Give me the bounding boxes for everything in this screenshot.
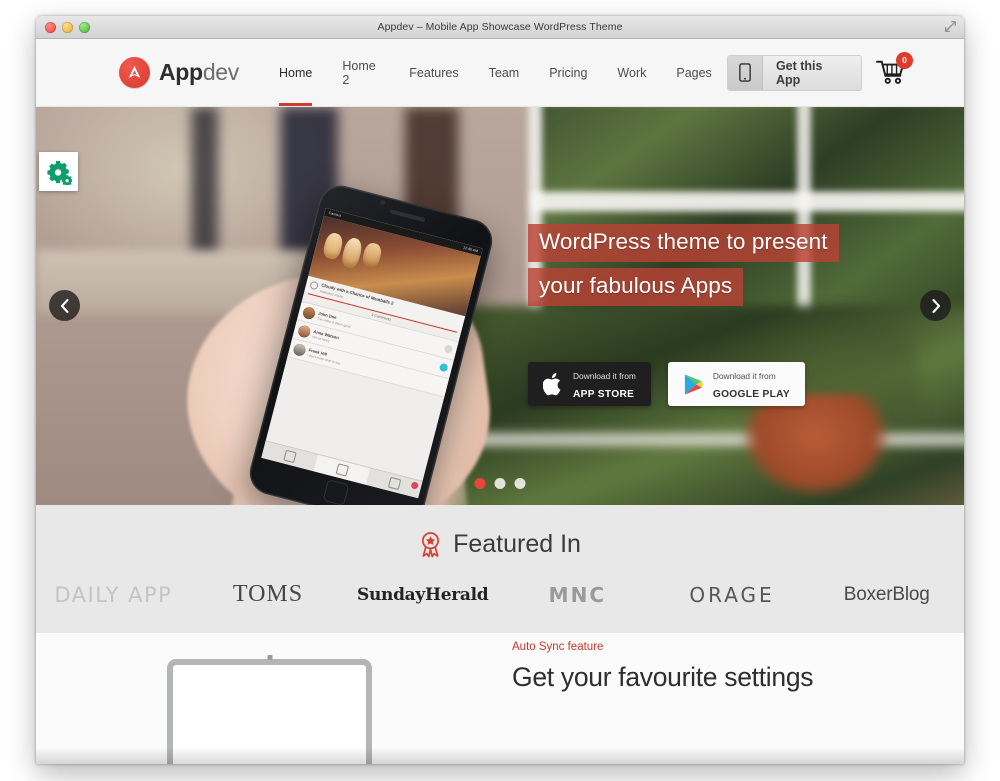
- app-store-bottom-label: APP STORE: [573, 389, 635, 400]
- shopping-cart-icon[interactable]: 0: [876, 51, 913, 87]
- nav-item-home[interactable]: Home: [264, 39, 327, 106]
- cart-count-badge: 0: [896, 51, 913, 69]
- hero-headline-line-1: WordPress theme to present: [528, 224, 839, 262]
- notification-badge: [410, 481, 419, 490]
- auto-sync-section: Auto Sync feature Get your favourite set…: [36, 633, 964, 764]
- featured-in-title-row: Featured In: [36, 505, 964, 559]
- chevron-left-icon: [60, 298, 69, 313]
- featured-logos: DAILY APP TOMS SundayHerald MNC ORAGE Bo…: [36, 581, 964, 608]
- phone-gear-icon: [309, 280, 320, 290]
- tab-home[interactable]: [261, 441, 318, 471]
- auto-sync-eyebrow: Auto Sync feature: [512, 641, 604, 653]
- brand-logo[interactable]: Appdev: [119, 57, 239, 88]
- gear-icon: [46, 160, 72, 185]
- app-store-top-label: Download it from: [573, 371, 636, 381]
- nav-item-features[interactable]: Features: [394, 39, 473, 106]
- screenshot-canvas: Appdev – Mobile App Showcase WordPress T…: [0, 0, 1000, 781]
- browser-window: Appdev – Mobile App Showcase WordPress T…: [36, 16, 964, 764]
- logo-sunday-herald[interactable]: SundayHerald: [345, 585, 500, 605]
- app-store-button[interactable]: Download it from APP STORE: [528, 362, 651, 406]
- slider-prev-button[interactable]: [49, 290, 80, 321]
- brand-name-bold: App: [159, 59, 203, 85]
- phone-camera-icon: [379, 199, 386, 206]
- auto-sync-heading: Get your favourite settings: [512, 662, 814, 692]
- google-play-top-label: Download it from: [712, 371, 776, 381]
- featured-in-title: Featured In: [453, 530, 581, 558]
- slider-pagination: [474, 478, 526, 489]
- hero-slider: Carriers 12:45 AM Cloudy with a Chance o…: [36, 107, 964, 505]
- site-header: Appdev Home Home 2 Features Team Pricing…: [36, 39, 964, 107]
- logo-toms[interactable]: TOMS: [191, 581, 346, 608]
- header-actions: Get this App 0: [726, 51, 913, 91]
- phone-speaker-icon: [389, 209, 426, 223]
- get-this-app-button[interactable]: Get this App: [726, 54, 862, 91]
- hero-headline-line-2: your fabulous Apps: [528, 268, 744, 306]
- nav-item-team[interactable]: Team: [474, 39, 535, 106]
- avatar: [292, 342, 307, 358]
- window-titlebar: Appdev – Mobile App Showcase WordPress T…: [36, 16, 964, 39]
- nav-item-pages[interactable]: Pages: [661, 39, 726, 106]
- nav-item-work[interactable]: Work: [602, 39, 661, 106]
- nav-item-pricing[interactable]: Pricing: [534, 39, 602, 106]
- page-bottom-fade: [36, 747, 964, 764]
- apple-icon: [543, 372, 561, 395]
- theme-settings-widget[interactable]: [39, 152, 78, 191]
- slider-dot-2[interactable]: [494, 478, 506, 489]
- logo-boxerblog[interactable]: BoxerBlog: [809, 584, 964, 606]
- avatar: [301, 305, 317, 321]
- avatar: [296, 324, 312, 339]
- slider-dot-1[interactable]: [474, 478, 486, 489]
- like-icon[interactable]: [443, 344, 454, 355]
- mobile-phone-icon: [727, 55, 763, 90]
- minimize-button[interactable]: [62, 22, 73, 33]
- resize-icon[interactable]: [944, 20, 957, 33]
- featured-in-section: Featured In DAILY APP TOMS SundayHerald …: [36, 505, 964, 633]
- app-store-buttons: Download it from APP STORE Download it f…: [528, 362, 805, 406]
- phone-home-button: [322, 479, 350, 505]
- google-play-bottom-label: GOOGLE PLAY: [712, 389, 790, 400]
- brand-name: Appdev: [159, 59, 239, 86]
- appdev-logo-icon: [119, 57, 150, 88]
- auto-sync-copy: Auto Sync feature Get your favourite set…: [512, 641, 814, 693]
- window-controls[interactable]: [45, 22, 90, 33]
- tab-share[interactable]: [366, 468, 423, 498]
- tab-camera[interactable]: [313, 454, 371, 485]
- google-play-button[interactable]: Download it from GOOGLE PLAY: [667, 362, 805, 406]
- main-nav: Home Home 2 Features Team Pricing Work P…: [264, 39, 727, 106]
- close-button[interactable]: [45, 22, 56, 33]
- logo-daily-app[interactable]: DAILY APP: [36, 583, 191, 607]
- nav-item-home-2[interactable]: Home 2: [327, 39, 394, 106]
- logo-orage[interactable]: ORAGE: [655, 583, 810, 607]
- hero-headline: WordPress theme to present your fabulous…: [528, 224, 839, 312]
- zoom-button[interactable]: [79, 22, 90, 33]
- award-ribbon-icon: [422, 532, 440, 558]
- slider-dot-3[interactable]: [514, 478, 526, 489]
- chevron-right-icon: [931, 298, 940, 313]
- google-play-icon: [684, 373, 703, 395]
- window-title: Appdev – Mobile App Showcase WordPress T…: [377, 21, 623, 33]
- brand-name-light: dev: [202, 59, 239, 85]
- slider-next-button[interactable]: [920, 290, 951, 321]
- get-this-app-label: Get this App: [775, 58, 823, 87]
- like-icon[interactable]: [438, 362, 449, 373]
- logo-mnc[interactable]: MNC: [500, 583, 655, 607]
